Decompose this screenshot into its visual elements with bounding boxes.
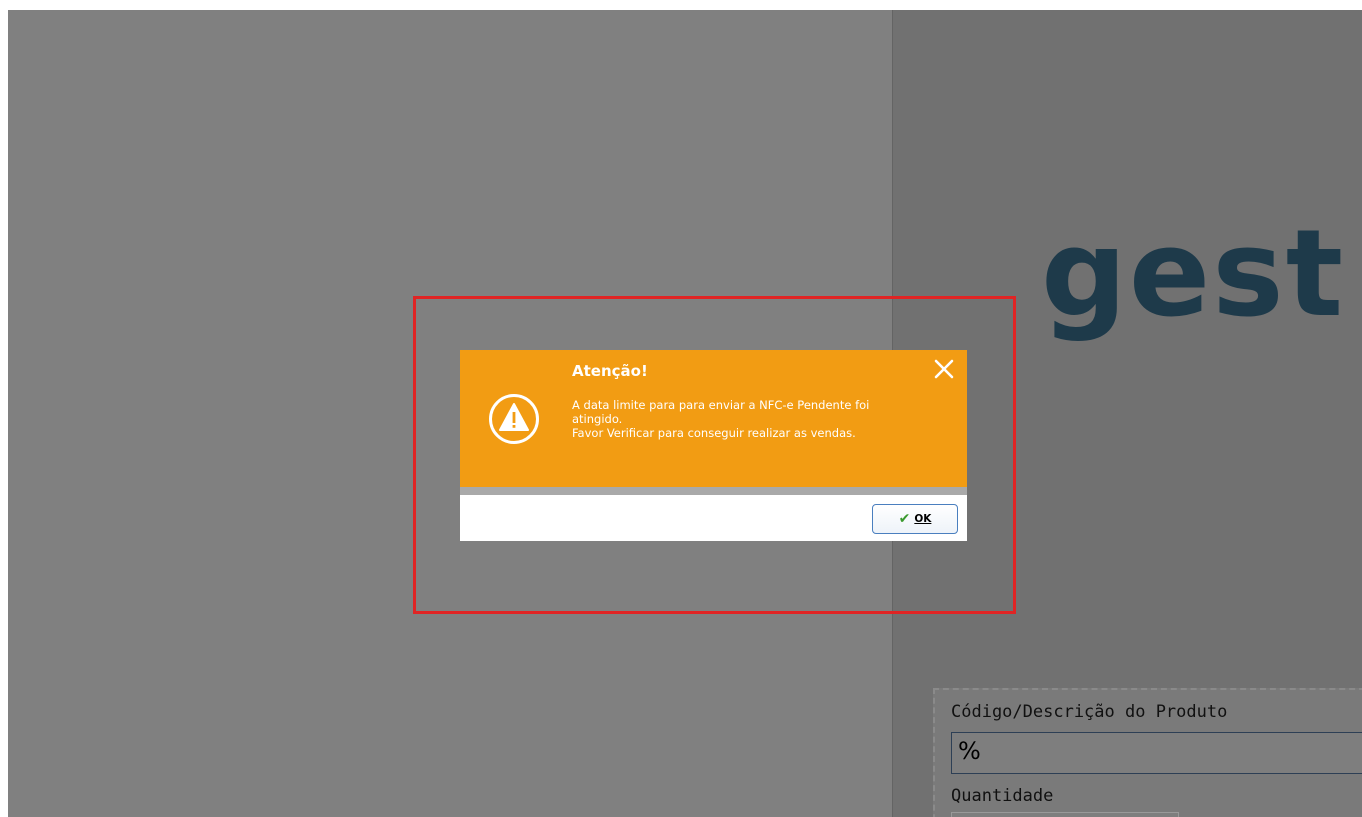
- dialog-message-line: A data limite para para enviar a NFC-e P…: [572, 398, 870, 412]
- checkmark-icon: ✔: [898, 511, 911, 527]
- dialog-separator: [460, 487, 967, 495]
- brand-logo: gest: [1041, 205, 1346, 344]
- dialog-message-line: Favor Verificar para conseguir realizar …: [572, 426, 856, 440]
- warning-icon: [489, 394, 539, 444]
- app-screen: gest Código/Descrição do Produto % Quant…: [0, 0, 1362, 817]
- ok-button[interactable]: ✔ OK: [872, 504, 958, 534]
- dialog-header: Atenção! A data limite para para enviar …: [460, 350, 967, 487]
- dialog-title: Atenção!: [572, 362, 648, 380]
- dialog-message: A data limite para para enviar a NFC-e P…: [572, 398, 932, 440]
- product-code-label: Código/Descrição do Produto: [951, 702, 1228, 722]
- product-code-input[interactable]: %: [951, 732, 1362, 774]
- quantity-label: Quantidade: [951, 786, 1054, 806]
- alert-dialog: Atenção! A data limite para para enviar …: [460, 350, 967, 541]
- product-entry-panel: Código/Descrição do Produto % Quantidade: [933, 688, 1362, 817]
- ok-button-label: OK: [914, 513, 932, 525]
- dialog-message-line: atingido.: [572, 412, 623, 426]
- quantity-input[interactable]: [951, 812, 1179, 817]
- close-icon[interactable]: [930, 355, 958, 383]
